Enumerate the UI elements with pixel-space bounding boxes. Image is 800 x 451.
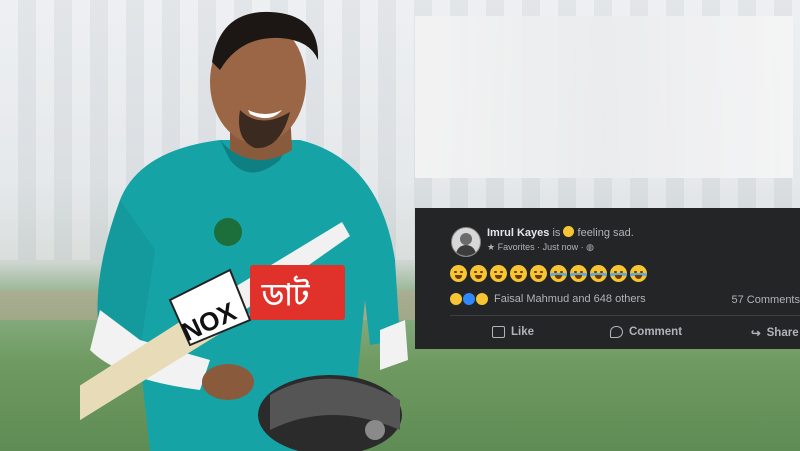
share-icon: ↪	[751, 328, 761, 340]
comments-count[interactable]: 57 Comments	[732, 294, 800, 306]
haha-reaction-icon	[450, 293, 462, 305]
post-header: Imrul Kayes is feeling sad.	[487, 226, 634, 239]
sad-face-icon	[563, 226, 575, 237]
audience-text[interactable]: Favorites · Just now ·	[498, 242, 584, 252]
feeling-text: feeling sad.	[577, 227, 634, 239]
star-icon: ★	[487, 242, 496, 252]
crying-face-icon	[490, 265, 507, 282]
facebook-post-card: Imrul Kayes is feeling sad. ★ Favorites …	[415, 208, 800, 349]
crying-face-icon	[530, 265, 547, 282]
comment-icon	[610, 326, 623, 338]
laughing-tears-icon	[570, 265, 587, 282]
laughing-tears-icon	[550, 265, 567, 282]
sad-reaction-icon	[476, 293, 488, 305]
blurred-panel	[415, 16, 793, 178]
globe-icon: ◍	[586, 242, 594, 252]
emoji-row	[450, 265, 647, 282]
comment-label: Comment	[629, 326, 683, 338]
avatar[interactable]	[451, 227, 481, 257]
reactions-text[interactable]: Faisal Mahmud and 648 others	[494, 293, 646, 305]
like-button[interactable]: Like	[492, 326, 534, 338]
like-label: Like	[511, 326, 535, 338]
share-label: Share	[766, 327, 799, 339]
comment-button[interactable]: Comment	[610, 326, 682, 338]
crying-face-icon	[510, 265, 527, 282]
author-name[interactable]: Imrul Kayes	[487, 227, 549, 239]
post-meta: ★ Favorites · Just now · ◍	[487, 242, 594, 253]
divider	[450, 315, 800, 316]
sponsor-logo-text: ডাট	[261, 275, 311, 313]
crying-face-icon	[470, 265, 487, 282]
cricketer-figure: NOX ডাট	[80, 11, 408, 451]
like-reaction-icon	[463, 293, 475, 305]
crying-face-icon	[450, 265, 467, 282]
thumbs-up-icon	[492, 326, 505, 338]
reactions-summary[interactable]: Faisal Mahmud and 648 others	[450, 293, 646, 305]
laughing-tears-icon	[590, 265, 607, 282]
share-button[interactable]: ↪ Share	[751, 326, 799, 340]
laughing-tears-icon	[630, 265, 647, 282]
post-actions: Like Comment ↪ Share	[415, 322, 800, 342]
laughing-tears-icon	[610, 265, 627, 282]
is-text: is	[552, 227, 561, 239]
